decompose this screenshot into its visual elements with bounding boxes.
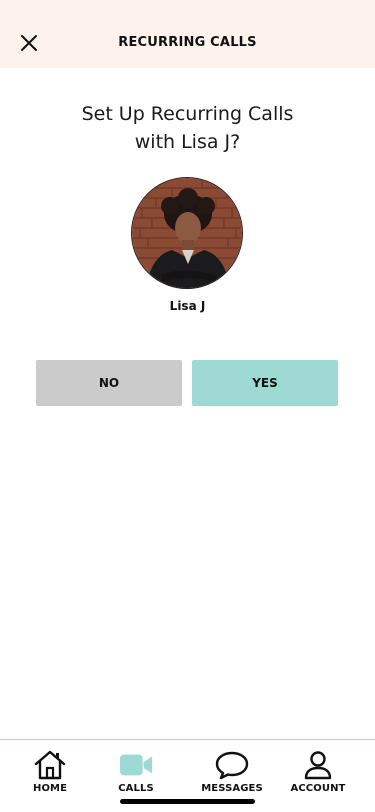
tab-home-label: HOME [32,783,68,794]
chat-bubble-icon [215,751,249,780]
tab-home[interactable]: HOME [10,750,90,800]
tab-messages-label: MESSAGES [201,783,263,794]
tab-calls-label: CALLS [118,783,154,794]
profile-photo [132,178,242,288]
tab-messages[interactable]: MESSAGES [192,750,272,800]
recurring-call-question: Set Up Recurring Calls with Lisa J? [0,100,375,156]
contact-name: Lisa J [169,299,206,313]
question-line-2: with Lisa J? [134,131,241,153]
tab-account-label: ACCOUNT [290,783,346,794]
yes-button[interactable]: YES [192,360,338,406]
yes-button-label: YES [252,376,278,390]
page-title: RECURRING CALLS [118,35,257,50]
question-line-1: Set Up Recurring Calls [81,103,294,125]
no-button-label: NO [98,376,120,390]
no-button[interactable]: NO [36,360,182,406]
tab-account[interactable]: ACCOUNT [278,750,358,800]
home-icon [34,750,66,780]
home-indicator [120,799,255,804]
tab-calls[interactable]: CALLS [96,750,176,800]
header-bar: RECURRING CALLS [0,0,375,68]
person-icon [304,751,332,780]
video-camera-icon [119,754,153,776]
avatar [131,177,243,289]
